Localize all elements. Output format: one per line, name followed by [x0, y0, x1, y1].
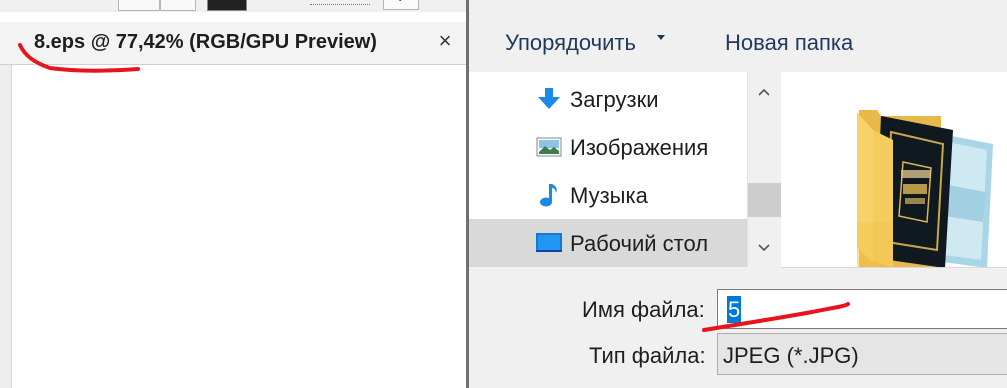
- command-bar: Упорядочить Новая папка: [469, 0, 1007, 72]
- folder-with-images-icon: [857, 110, 993, 267]
- file-type-label: Тип файла:: [589, 343, 706, 368]
- nav-item-downloads[interactable]: Загрузки: [469, 75, 747, 123]
- new-folder-button[interactable]: Новая папка: [725, 30, 853, 56]
- chevron-up-icon[interactable]: [756, 84, 772, 100]
- scrollbar-thumb[interactable]: [748, 183, 781, 217]
- toolbar-dropdown[interactable]: ⌄: [383, 0, 419, 10]
- toolbar-field[interactable]: [118, 0, 160, 11]
- navigation-scrollbar[interactable]: [747, 72, 781, 267]
- nav-item-pictures[interactable]: Изображения: [469, 123, 747, 171]
- caret-down-icon[interactable]: [657, 35, 665, 40]
- file-name-input[interactable]: 5: [717, 289, 1007, 329]
- document-tab-title: 8.eps @ 77,42% (RGB/GPU Preview): [34, 31, 377, 53]
- nav-item-label: Изображения: [570, 135, 709, 160]
- folder-preview-pane[interactable]: [781, 72, 1007, 267]
- file-name-selected-text: 5: [727, 296, 742, 323]
- document-tab[interactable]: 8.eps @ 77,42% (RGB/GPU Preview) ×: [0, 22, 468, 65]
- stroke-color-swatch[interactable]: [207, 0, 247, 11]
- pictures-icon: [536, 137, 562, 157]
- nav-item-label: Загрузки: [570, 87, 659, 112]
- illustrator-document-pane: ⌄ 8.eps @ 77,42% (RGB/GPU Preview) ×: [0, 0, 468, 388]
- organize-button[interactable]: Упорядочить: [505, 30, 636, 56]
- file-name-label: Имя файла:: [582, 297, 705, 322]
- nav-item-label: Музыка: [570, 183, 648, 208]
- nav-item-music[interactable]: Музыка: [469, 171, 747, 219]
- navigation-pane: Загрузки Изображения Музыка Рабочий стол: [469, 72, 747, 267]
- chevron-down-icon: ⌄: [396, 0, 404, 4]
- nav-item-desktop[interactable]: Рабочий стол: [469, 219, 747, 267]
- downloads-arrow-icon: [538, 88, 560, 109]
- music-note-icon: [540, 184, 557, 207]
- control-toolbar: ⌄: [0, 0, 468, 12]
- save-file-dialog: Упорядочить Новая папка Загрузки Изображ…: [469, 0, 1007, 388]
- preview-divider: [781, 267, 1007, 268]
- nav-item-label: Рабочий стол: [570, 231, 709, 256]
- vertical-ruler: [0, 65, 12, 388]
- desktop-icon: [536, 233, 562, 252]
- toolbar-dotted-separator: [310, 4, 370, 5]
- chevron-down-icon[interactable]: [756, 240, 772, 256]
- file-type-value: JPEG (*.JPG): [723, 343, 859, 368]
- close-icon[interactable]: ×: [434, 30, 456, 52]
- artboard-canvas[interactable]: [12, 65, 468, 388]
- file-type-select[interactable]: JPEG (*.JPG): [717, 333, 1007, 375]
- toolbar-field[interactable]: [160, 0, 196, 11]
